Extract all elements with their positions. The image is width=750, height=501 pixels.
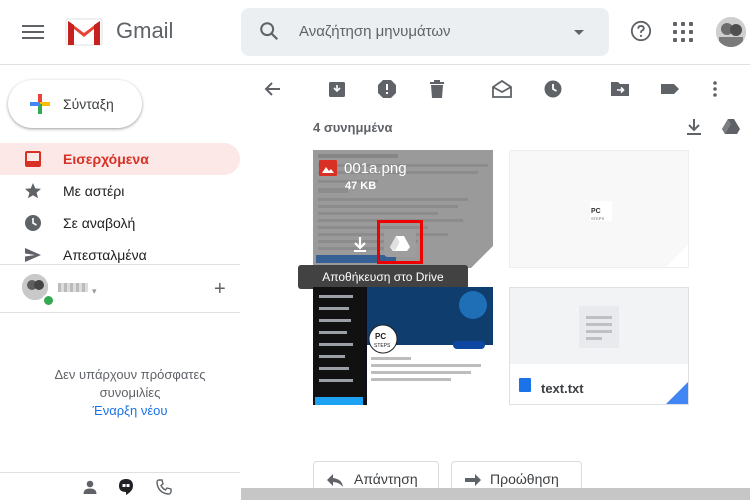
no-conversations-text: Δεν υπάρχουν πρόσφατες συνομιλίες	[54, 367, 206, 400]
forward-label: Προώθηση	[490, 471, 559, 487]
sidebar-divider	[0, 312, 240, 313]
horizontal-scrollbar[interactable]	[241, 488, 750, 500]
attachment-thumbnail: PC STEPS	[510, 151, 688, 267]
download-all-icon[interactable]	[686, 118, 702, 136]
new-chat-plus-icon[interactable]: +	[214, 279, 226, 299]
reply-icon	[327, 474, 343, 487]
reply-label: Απάντηση	[354, 471, 418, 487]
help-icon[interactable]	[630, 20, 652, 42]
sidebar-item-inbox[interactable]: Εισερχόμενα	[0, 143, 240, 175]
inbox-icon	[25, 151, 41, 167]
sidebar-item-label: Με αστέρι	[63, 183, 125, 199]
sidebar-item-starred[interactable]: Με αστέρι	[0, 175, 240, 207]
attachment-filename: 001a.png	[344, 160, 407, 177]
image-file-icon	[319, 160, 337, 176]
sidebar-item-sent[interactable]: Απεσταλμένα	[0, 239, 240, 271]
download-icon[interactable]	[349, 233, 371, 255]
gmail-logo-icon[interactable]	[64, 17, 104, 47]
main-menu-icon[interactable]	[22, 22, 44, 42]
person-icon[interactable]	[82, 479, 98, 495]
save-to-drive-tooltip: Αποθήκευση στο Drive	[298, 265, 468, 289]
clock-icon	[25, 215, 41, 231]
start-new-link[interactable]: Έναρξη νέου	[40, 403, 220, 418]
compose-label: Σύνταξη	[63, 96, 114, 112]
label-icon[interactable]	[660, 79, 680, 99]
svg-text:PC: PC	[375, 332, 386, 341]
more-vert-icon[interactable]	[705, 79, 725, 99]
report-spam-icon[interactable]	[377, 79, 397, 99]
sidebar-divider	[0, 264, 240, 265]
mark-unread-icon[interactable]	[492, 79, 512, 99]
search-icon[interactable]	[258, 20, 280, 42]
sidebar-item-snoozed[interactable]: Σε αναβολή	[0, 207, 240, 239]
sidebar-item-label: Εισερχόμενα	[63, 151, 149, 167]
archive-icon[interactable]	[327, 79, 347, 99]
hangouts-icon[interactable]	[117, 478, 135, 496]
snooze-icon[interactable]	[543, 79, 563, 99]
svg-text:STEPS: STEPS	[374, 343, 391, 349]
online-status-icon	[42, 294, 55, 307]
attachment-card-screenshot[interactable]: PC STEPS	[313, 287, 493, 405]
page-fold	[666, 245, 688, 267]
app-name: Gmail	[116, 18, 174, 43]
svg-text:STEPS: STEPS	[591, 216, 604, 221]
attachment-thumbnail	[510, 288, 688, 404]
status-caret-icon[interactable]: ▾	[92, 286, 97, 297]
forward-icon	[465, 474, 481, 486]
page-fold	[471, 246, 493, 268]
attachment-card-text[interactable]	[509, 287, 689, 405]
text-file-icon	[519, 378, 531, 392]
send-icon	[25, 248, 41, 262]
attachment-size: 47 KB	[345, 180, 377, 192]
sidebar-item-label: Σε αναβολή	[63, 215, 136, 231]
search-input[interactable]: Αναζήτηση μηνυμάτων	[299, 23, 451, 40]
attachment-card-document[interactable]: PC STEPS	[509, 150, 689, 268]
compose-button[interactable]: Σύνταξη	[8, 80, 142, 128]
chat-bottom-bar	[0, 472, 240, 501]
delete-icon[interactable]	[427, 79, 447, 99]
plus-icon	[30, 94, 50, 114]
save-to-drive-icon[interactable]	[383, 228, 417, 258]
sidebar-item-label: Απεσταλμένα	[63, 247, 147, 263]
phone-icon[interactable]	[156, 479, 172, 495]
svg-text:PC: PC	[591, 208, 601, 215]
blurred-username[interactable]	[58, 283, 88, 292]
attachment-thumbnail: PC STEPS	[313, 287, 493, 405]
move-to-icon[interactable]	[610, 79, 630, 99]
search-options-icon[interactable]	[574, 30, 584, 35]
apps-grid-icon[interactable]	[673, 22, 693, 42]
attachment-filename: text.txt	[541, 381, 584, 396]
account-avatar[interactable]	[716, 17, 746, 47]
top-header: Gmail Αναζήτηση μηνυμάτων	[0, 0, 750, 65]
attachments-count: 4 συνημμένα	[313, 120, 393, 135]
save-all-to-drive-icon[interactable]	[722, 118, 740, 134]
back-arrow-icon[interactable]	[263, 79, 283, 99]
star-icon	[25, 183, 41, 199]
page-fold	[471, 383, 493, 405]
